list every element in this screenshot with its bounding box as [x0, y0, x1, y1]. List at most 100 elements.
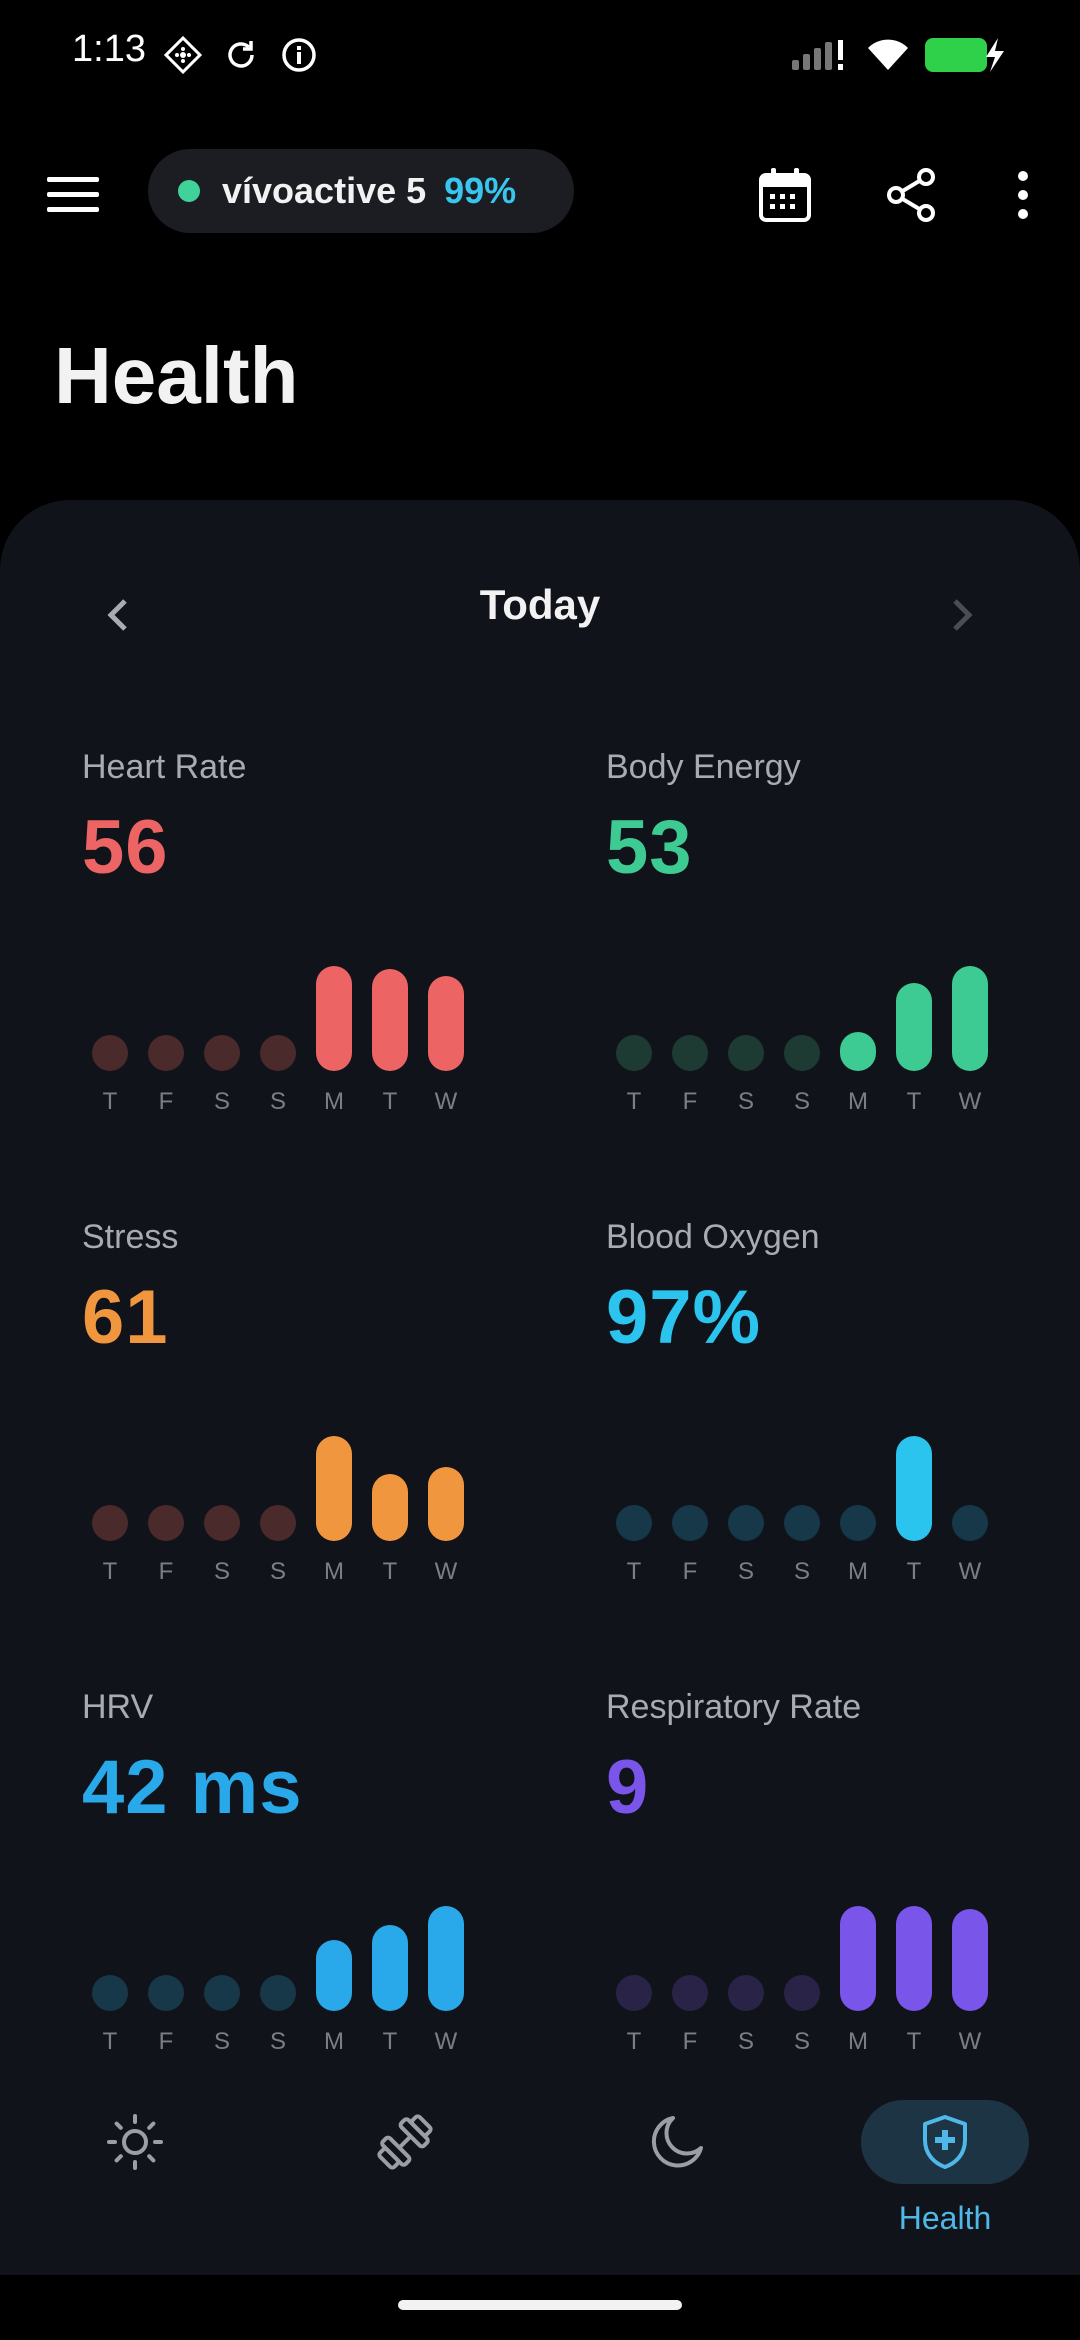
status-bar: 1:13: [0, 0, 1080, 110]
blood-oxygen-chart: TFSSMTW: [616, 1436, 988, 1585]
chart-bar: [316, 1436, 352, 1541]
nav-fitness[interactable]: [320, 2100, 490, 2240]
metric-body-energy[interactable]: Body Energy 53 T F S S M T W: [606, 748, 1046, 1128]
chart-day-label: S: [270, 1558, 286, 1585]
chart-bar: [316, 966, 352, 1071]
nav-sleep[interactable]: [592, 2100, 762, 2240]
chart-day-label: W: [959, 2028, 982, 2055]
chart-dot: [260, 1975, 296, 2011]
metric-value: 9: [606, 1745, 650, 1830]
chart-day-label: S: [738, 1558, 754, 1585]
chart-day-label: T: [907, 1558, 922, 1585]
chart-day-label: F: [159, 1558, 174, 1585]
chart-dot: [260, 1035, 296, 1071]
chart-dot: [728, 1505, 764, 1541]
chart-dot: [952, 1505, 988, 1541]
chart-day-label: W: [959, 1088, 982, 1115]
chart-dot: [672, 1975, 708, 2011]
chart-dot: [204, 1035, 240, 1071]
more-options-button[interactable]: [988, 160, 1058, 230]
metric-blood-oxygen[interactable]: Blood Oxygen 97% T F S S M T W: [606, 1218, 1046, 1598]
chart-bar: [372, 1474, 408, 1541]
calendar-icon: [759, 168, 811, 222]
chart-bar: [896, 1906, 932, 2011]
chart-day-label: S: [794, 1088, 810, 1115]
chart-day-label: W: [435, 1088, 458, 1115]
chart-dot: [148, 1035, 184, 1071]
metric-value: 61: [82, 1275, 169, 1360]
chart-day-label: S: [794, 2028, 810, 2055]
chart-day-label: T: [627, 1558, 642, 1585]
metric-heart-rate[interactable]: Heart Rate 56 T F S S M T W: [82, 748, 522, 1128]
chart-day-label: S: [738, 2028, 754, 2055]
chart-bar: [428, 1467, 464, 1541]
metric-hrv[interactable]: HRV 42 ms T F S S M T W: [82, 1688, 522, 2068]
share-button[interactable]: [876, 160, 946, 230]
metric-label: Body Energy: [606, 748, 801, 786]
stress-chart: TFSSMTW: [92, 1436, 464, 1585]
next-day-button[interactable]: [932, 585, 992, 645]
home-indicator[interactable]: [398, 2300, 682, 2310]
body-energy-chart: TFSSMTW: [616, 966, 988, 1115]
metric-label: Stress: [82, 1218, 179, 1256]
metric-label: Blood Oxygen: [606, 1218, 820, 1256]
chart-dot: [92, 1035, 128, 1071]
chart-day-label: T: [103, 2028, 118, 2055]
chart-dot: [784, 1975, 820, 2011]
nav-health-label: Health: [898, 2200, 992, 2236]
chart-dot: [204, 1975, 240, 2011]
chart-day-label: F: [683, 2028, 698, 2055]
chart-day-label: W: [435, 1558, 458, 1585]
menu-button[interactable]: [40, 162, 106, 228]
chart-dot: [260, 1505, 296, 1541]
info-icon: [280, 36, 318, 74]
chart-day-label: S: [214, 2028, 230, 2055]
device-selector[interactable]: vívoactive 5 99%: [148, 149, 574, 233]
chart-bar: [896, 1436, 932, 1541]
chart-day-label: F: [683, 1558, 698, 1585]
chart-day-label: T: [907, 2028, 922, 2055]
chart-dot: [148, 1975, 184, 2011]
share-icon: [887, 168, 935, 222]
chart-day-label: F: [159, 1088, 174, 1115]
chart-day-label: T: [907, 1088, 922, 1115]
device-battery: 99%: [444, 170, 517, 211]
metric-label: Respiratory Rate: [606, 1688, 862, 1726]
chart-day-label: T: [383, 2028, 398, 2055]
status-time: 1:13: [72, 28, 146, 70]
calendar-button[interactable]: [750, 160, 820, 230]
device-status-dot: [178, 180, 200, 202]
chart-dot: [148, 1505, 184, 1541]
health-shield-icon: [923, 2115, 967, 2169]
chart-dot: [92, 1975, 128, 2011]
chart-day-label: F: [159, 2028, 174, 2055]
chart-day-label: T: [627, 1088, 642, 1115]
chart-dot: [784, 1035, 820, 1071]
chart-day-label: M: [324, 1558, 344, 1585]
sun-icon: [107, 2114, 163, 2170]
chart-day-label: S: [738, 1088, 754, 1115]
nav-my-day[interactable]: [50, 2100, 220, 2240]
chart-dot: [784, 1505, 820, 1541]
chart-day-label: S: [270, 2028, 286, 2055]
nav-health[interactable]: Health: [860, 2100, 1030, 2240]
nav-health-highlight: [861, 2100, 1029, 2184]
metric-value: 97%: [606, 1275, 762, 1360]
metric-value: 53: [606, 805, 693, 890]
chart-day-label: S: [214, 1558, 230, 1585]
metric-value: 42 ms: [82, 1745, 303, 1830]
metric-label: Heart Rate: [82, 748, 247, 786]
battery-charging-icon: [924, 36, 1008, 74]
chart-dot: [616, 1035, 652, 1071]
chart-day-label: T: [103, 1558, 118, 1585]
chart-dot: [728, 1035, 764, 1071]
chart-bar: [316, 1940, 352, 2011]
chart-dot: [204, 1505, 240, 1541]
metric-respiratory-rate[interactable]: Respiratory Rate 9 T F S S M T W: [606, 1688, 1046, 2068]
metric-stress[interactable]: Stress 61 T F S S M T W: [82, 1218, 522, 1598]
more-vert-icon: [1018, 171, 1028, 219]
chart-bar: [952, 1909, 988, 2011]
chart-day-label: F: [683, 1088, 698, 1115]
respiratory-rate-chart: TFSSMTW: [616, 1906, 988, 2055]
chart-dot: [672, 1505, 708, 1541]
